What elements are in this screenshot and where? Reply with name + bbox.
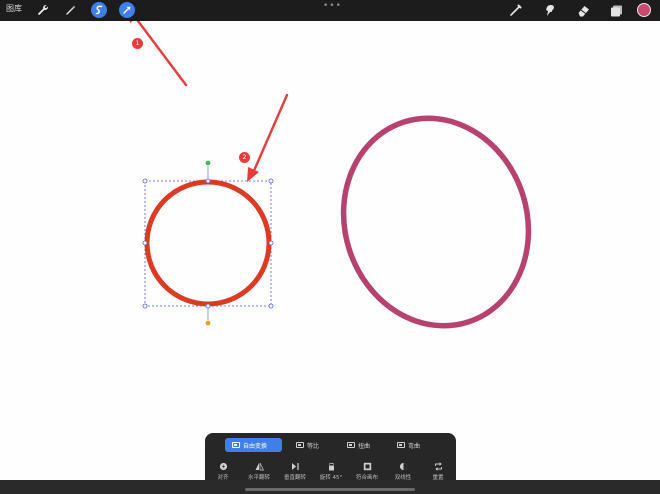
snap-icon [218,461,228,471]
transform-panel: 自由变换 等比 扭曲 弯曲 对齐 水平翻转 垂直翻转 旋转 45° 符合画布 双… [205,433,456,487]
layers-icon[interactable] [608,2,625,19]
distort-icon [347,442,355,448]
mode-distort[interactable]: 扭曲 [340,438,397,452]
magic-wand-icon[interactable] [63,2,79,18]
red-circle-shape [144,179,272,307]
rotate-45-icon [326,461,336,471]
mode-label: 扭曲 [358,442,371,450]
transform-handles [142,178,274,309]
bottom-bar [0,480,660,494]
transform-arrow-icon[interactable] [119,2,135,18]
pivot-handle [205,320,211,326]
fit-canvas-icon [362,461,372,471]
mode-label: 弯曲 [408,442,421,450]
more-options-dots[interactable]: ••• [323,2,342,11]
eraser-icon[interactable] [575,2,592,19]
gallery-button[interactable]: 图库 [6,3,22,14]
mode-uniform[interactable]: 等比 [289,438,346,452]
home-indicator[interactable] [245,488,415,491]
flip-horizontal-icon [254,461,264,471]
bilinear-icon [398,461,408,471]
selection-icon[interactable] [91,2,107,18]
mode-warp[interactable]: 弯曲 [390,438,447,452]
canvas-artwork [129,21,532,329]
rotation-handle [205,160,211,166]
annotation-arrow-1 [136,21,188,87]
uniform-icon [296,442,304,448]
annotation-marker-2: 2 [239,152,250,163]
procreate-screen: 图库 ••• 1 2 自由变换 等比 扭曲 弯曲 对齐 水平翻转 垂直翻转 旋转… [0,0,660,494]
color-picker-button[interactable] [637,3,651,17]
smudge-icon[interactable] [541,2,558,19]
warp-icon [397,442,405,448]
top-toolbar: 图库 ••• [0,0,660,21]
mode-freeform[interactable]: 自由变换 [225,438,282,452]
brush-icon[interactable] [507,2,524,19]
mode-label: 等比 [307,442,320,450]
annotation-marker-1: 1 [132,38,143,49]
drawing-canvas[interactable]: 1 2 [0,21,660,480]
pink-ellipse-shape [340,115,532,329]
freeform-icon [232,442,240,448]
reset-icon [433,461,443,471]
annotation-arrow-2 [251,93,289,175]
annotation-arrowhead-2 [247,167,259,182]
wrench-icon[interactable] [35,2,51,18]
flip-vertical-icon [290,461,300,471]
mode-label: 自由变换 [243,442,268,450]
